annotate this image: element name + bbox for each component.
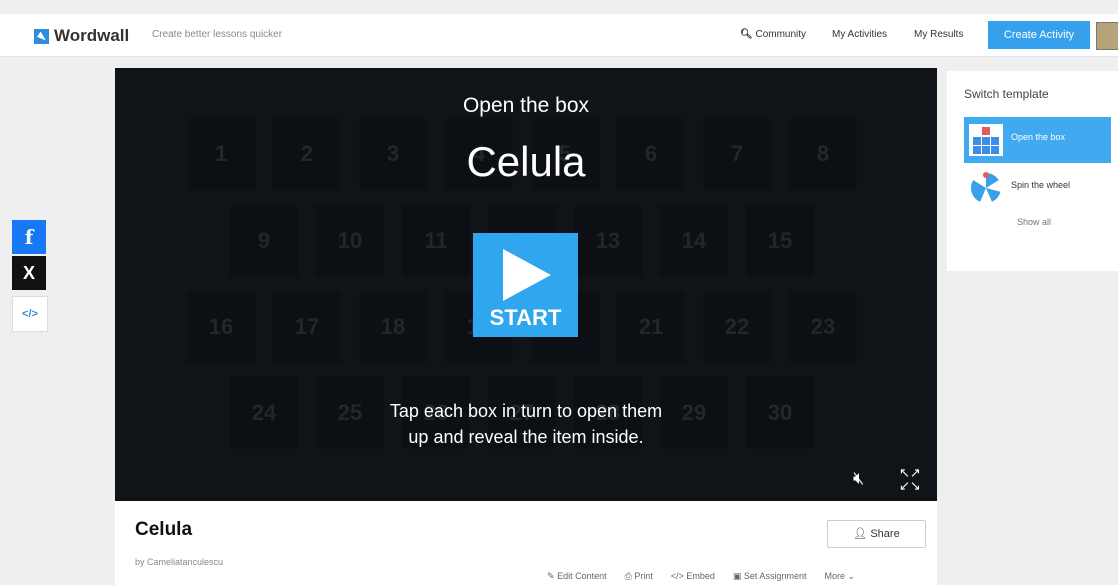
nav-community[interactable]: 🔍︎ Community	[740, 14, 806, 56]
tagline: Create better lessons quicker	[152, 29, 283, 40]
game-area[interactable]: 1234567891011121314151617181920212223242…	[115, 68, 937, 501]
fullscreen-icon: ↖↗ ↙↘	[899, 465, 921, 493]
set-assignment-link[interactable]: ▣ Set Assignment	[733, 571, 807, 582]
nav-my-activities[interactable]: My Activities	[832, 14, 887, 56]
start-label: START	[489, 305, 562, 330]
top-bar: Wordwall Create better lessons quicker 🔍…	[0, 14, 1118, 57]
mute-button[interactable]: 🔇︎	[853, 468, 864, 489]
facebook-icon: f	[24, 225, 34, 249]
show-all-link[interactable]: Show all	[1017, 217, 1051, 227]
template-open-the-box[interactable]: Open the box	[964, 117, 1111, 163]
switch-template-panel: Switch template Open the box Spin the wh…	[947, 71, 1118, 271]
activity-info: Celula by Cameliatanculescu 👤︎ Share ✎ E…	[115, 501, 937, 585]
embed-icon: </>	[22, 308, 38, 320]
share-label: Share	[870, 528, 900, 540]
embed-label: Embed	[686, 571, 715, 581]
person-icon: 👤︎	[853, 528, 868, 540]
avatar[interactable]	[1096, 22, 1118, 50]
x-icon: X	[22, 263, 35, 283]
logo-text: Wordwall	[54, 26, 130, 45]
wordwall-logo[interactable]: Wordwall	[34, 26, 129, 46]
print-label: Print	[634, 571, 653, 581]
share-button[interactable]: 👤︎ Share	[827, 520, 926, 548]
wordwall-logo-icon	[34, 28, 49, 44]
speaker-muted-icon: 🔇︎	[853, 468, 865, 488]
play-icon	[503, 249, 551, 301]
nav-my-results[interactable]: My Results	[914, 14, 963, 56]
edit-content-link[interactable]: ✎ Edit Content	[547, 571, 607, 582]
print-link[interactable]: ⎙ Print	[625, 571, 653, 582]
start-button[interactable]: START	[473, 233, 578, 337]
template-spin-the-wheel[interactable]: Spin the wheel	[964, 165, 1111, 211]
x-share-button[interactable]: X	[12, 256, 46, 290]
template-name: Open the box	[462, 94, 590, 117]
search-icon: 🔍︎	[740, 29, 753, 40]
spin-wheel-template-icon	[971, 172, 1002, 204]
open-box-template-icon	[969, 124, 1003, 156]
create-activity-button[interactable]: Create Activity	[988, 21, 1090, 49]
switch-template-heading: Switch template	[964, 87, 1049, 101]
facebook-share-button[interactable]: f	[12, 220, 46, 254]
template-label: Open the box	[1011, 132, 1066, 142]
set-assignment-label: Set Assignment	[743, 571, 807, 581]
fullscreen-button[interactable]: ↖↗ ↙↘	[899, 466, 927, 492]
assignment-icon: ▣	[732, 571, 742, 581]
instructions-line-2: up and reveal the item inside.	[408, 427, 644, 447]
nav-community-label: Community	[755, 29, 807, 40]
printer-icon: ⎙	[624, 571, 632, 581]
game-title: Celula	[466, 138, 586, 185]
more-dropdown[interactable]: More ⌄	[824, 571, 855, 582]
template-label: Spin the wheel	[1011, 180, 1071, 190]
embed-share-button[interactable]: </>	[12, 296, 48, 332]
instructions-line-1: Tap each box in turn to open them	[389, 401, 663, 421]
game-instructions: Tap each box in turn to open them up and…	[115, 398, 937, 450]
code-icon: </>	[670, 571, 684, 581]
embed-link[interactable]: </> Embed	[671, 571, 715, 582]
author-byline[interactable]: by Cameliatanculescu	[135, 557, 223, 567]
more-label: More	[824, 571, 845, 581]
activity-actions: ✎ Edit Content ⎙ Print </> Embed ▣ Set A…	[547, 571, 855, 582]
activity-title: Celula	[135, 519, 193, 540]
chevron-down-icon: ⌄	[847, 571, 856, 581]
pencil-icon: ✎	[547, 571, 555, 581]
edit-content-label: Edit Content	[557, 571, 607, 581]
